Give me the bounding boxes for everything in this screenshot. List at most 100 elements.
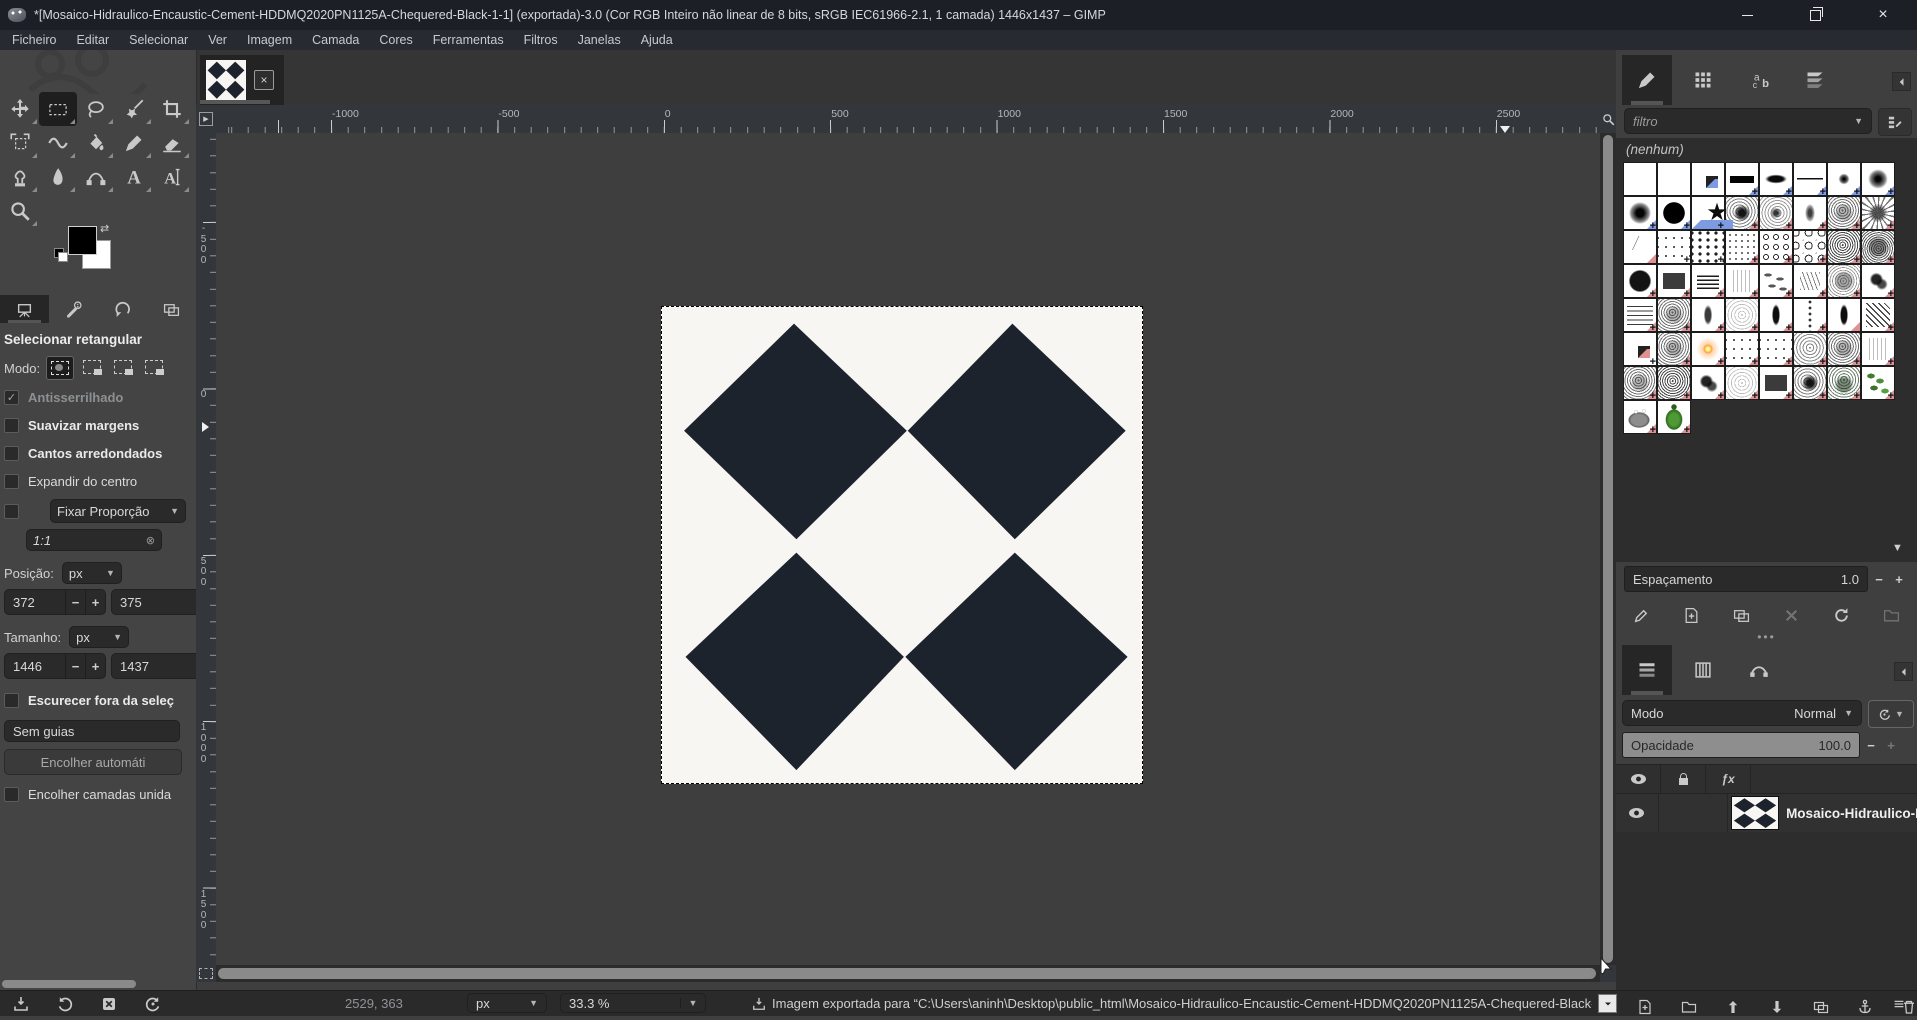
brush-dots[interactable]: [1692, 231, 1724, 263]
brush-faint[interactable]: [1726, 367, 1758, 399]
zoom-dropdown[interactable]: 33.3 % ▼: [560, 993, 706, 1013]
selection-mode-add-button[interactable]: [79, 356, 105, 378]
default-colors-icon[interactable]: [54, 248, 67, 261]
foreground-color-swatch[interactable]: [68, 226, 97, 255]
size-unit-dropdown[interactable]: px ▼: [69, 626, 129, 648]
clear-button[interactable]: [100, 995, 118, 1013]
tool-clone-button[interactable]: [1, 160, 39, 194]
brush-blank[interactable]: [1624, 163, 1656, 195]
visibility-header-button[interactable]: [1616, 765, 1661, 793]
layer-visibility-toggle[interactable]: [1616, 794, 1659, 832]
brush-chunk[interactable]: [1658, 265, 1690, 297]
unit-dropdown[interactable]: px ▼: [467, 993, 547, 1013]
scrollbar-thumb[interactable]: [218, 968, 1596, 979]
brush-circle[interactable]: [1658, 197, 1690, 229]
spacing-slider[interactable]: Espaçamento 1.0: [1624, 566, 1868, 592]
brush-specks[interactable]: [1726, 333, 1758, 365]
menu-ver[interactable]: Ver: [198, 30, 237, 50]
brush-tex[interactable]: [1828, 197, 1860, 229]
tool-zoom-button[interactable]: [1, 194, 39, 228]
layer-mode-dropdown[interactable]: Modo Normal ▼: [1622, 700, 1862, 726]
checkbox-expandir-do-centro[interactable]: [4, 474, 19, 489]
clear-icon[interactable]: ⊗: [146, 534, 155, 547]
tool-rect-select-button[interactable]: [39, 92, 77, 126]
brush-splat2[interactable]: [1760, 197, 1792, 229]
minimize-button[interactable]: [1713, 0, 1781, 30]
brush-wilber[interactable]: [1624, 401, 1656, 433]
canvas-vscrollbar[interactable]: [1600, 133, 1616, 965]
opacity-increment-button[interactable]: +: [1882, 735, 1900, 755]
brush-vine[interactable]: [1862, 367, 1894, 399]
menu-editar[interactable]: Editar: [66, 30, 119, 50]
canvas-hscrollbar[interactable]: [216, 965, 1600, 982]
tab-gradients[interactable]: [1790, 55, 1840, 105]
tab-undo-history[interactable]: [98, 295, 147, 323]
brush-sun[interactable]: [1692, 333, 1724, 365]
collapse-dock-button[interactable]: [1894, 662, 1913, 681]
new-layer-button[interactable]: [1630, 994, 1660, 1020]
brush-sketch[interactable]: [1794, 265, 1826, 297]
ruler-origin-button[interactable]: ▶: [196, 105, 217, 134]
close-button[interactable]: ×: [1849, 0, 1917, 30]
scrollbar-thumb[interactable]: [2, 980, 136, 988]
brush-soft3[interactable]: [1624, 197, 1656, 229]
menu-selecionar[interactable]: Selecionar: [119, 30, 198, 50]
zoom-follow-button[interactable]: [1600, 105, 1616, 133]
brush-cells[interactable]: [1760, 231, 1792, 263]
brush-star[interactable]: [1692, 197, 1724, 229]
brush-pellets[interactable]: [1760, 265, 1792, 297]
position-unit-dropdown[interactable]: px ▼: [62, 562, 122, 584]
selection-mode-subtract-button[interactable]: [110, 356, 136, 378]
duplicate-brush-button[interactable]: [1726, 602, 1756, 628]
tab-device-status[interactable]: [49, 295, 98, 323]
tool-text-button[interactable]: A: [115, 160, 153, 194]
selection-mode-intersect-button[interactable]: [141, 356, 167, 378]
brush-stip2[interactable]: [1794, 333, 1826, 365]
tab-layers[interactable]: [1622, 645, 1672, 695]
tool-crop-button[interactable]: [153, 92, 191, 126]
tab-patterns[interactable]: [1678, 55, 1728, 105]
swap-colors-icon[interactable]: ⇄: [100, 222, 109, 235]
brush-hatch[interactable]: [1692, 265, 1724, 297]
menu-camada[interactable]: Camada: [302, 30, 369, 50]
tab-channels[interactable]: [1678, 645, 1728, 695]
brush-vdark[interactable]: [1760, 299, 1792, 331]
guides-dropdown[interactable]: Sem guias: [4, 720, 180, 742]
image-tab[interactable]: ×: [200, 55, 284, 105]
horizontal-ruler[interactable]: -1000-50005001000150020002500: [216, 105, 1600, 134]
tool-eraser-button[interactable]: [153, 126, 191, 160]
brush-splat3[interactable]: [1794, 197, 1826, 229]
tool-transform-button[interactable]: [1, 126, 39, 160]
brush-hline[interactable]: [1794, 163, 1826, 195]
brush-griddots[interactable]: [1726, 231, 1758, 263]
brush-faint[interactable]: [1726, 299, 1758, 331]
brush-tex[interactable]: [1828, 333, 1860, 365]
anchor-layer-button[interactable]: [1850, 994, 1880, 1020]
menu-cores[interactable]: Cores: [369, 30, 422, 50]
tool-paintbrush-button[interactable]: [115, 126, 153, 160]
brush-hlines[interactable]: [1624, 299, 1656, 331]
shrink-merged-checkbox[interactable]: [4, 787, 19, 802]
spacing-decrement-button[interactable]: −: [1870, 569, 1888, 589]
brush-bar[interactable]: [1726, 163, 1758, 195]
brush-noise1[interactable]: [1658, 367, 1690, 399]
brush-diag[interactable]: [1862, 299, 1894, 331]
brush-faintv[interactable]: [1726, 265, 1758, 297]
checkbox-suavizar-margens[interactable]: [4, 418, 19, 433]
tool-bucket-fill-button[interactable]: [77, 126, 115, 160]
brush-tex[interactable]: [1658, 333, 1690, 365]
brush-blank[interactable]: [1658, 163, 1690, 195]
restore-button[interactable]: [1781, 0, 1849, 30]
auto-shrink-button[interactable]: Encolher automáti: [4, 749, 182, 775]
canvas-viewport[interactable]: [216, 133, 1600, 965]
brush-noise2[interactable]: [1862, 231, 1894, 263]
scrollbar-thumb[interactable]: [1603, 135, 1613, 963]
canvas-image[interactable]: [661, 306, 1143, 784]
brush-ellipse[interactable]: [1760, 163, 1792, 195]
tool-warp-button[interactable]: [39, 126, 77, 160]
selection-mode-replace-button[interactable]: [46, 356, 74, 380]
menu-imagem[interactable]: Imagem: [237, 30, 302, 50]
tool-free-select-button[interactable]: [77, 92, 115, 126]
brush-scrib[interactable]: [1862, 197, 1894, 229]
tool-text-edit-button[interactable]: A: [153, 160, 191, 194]
